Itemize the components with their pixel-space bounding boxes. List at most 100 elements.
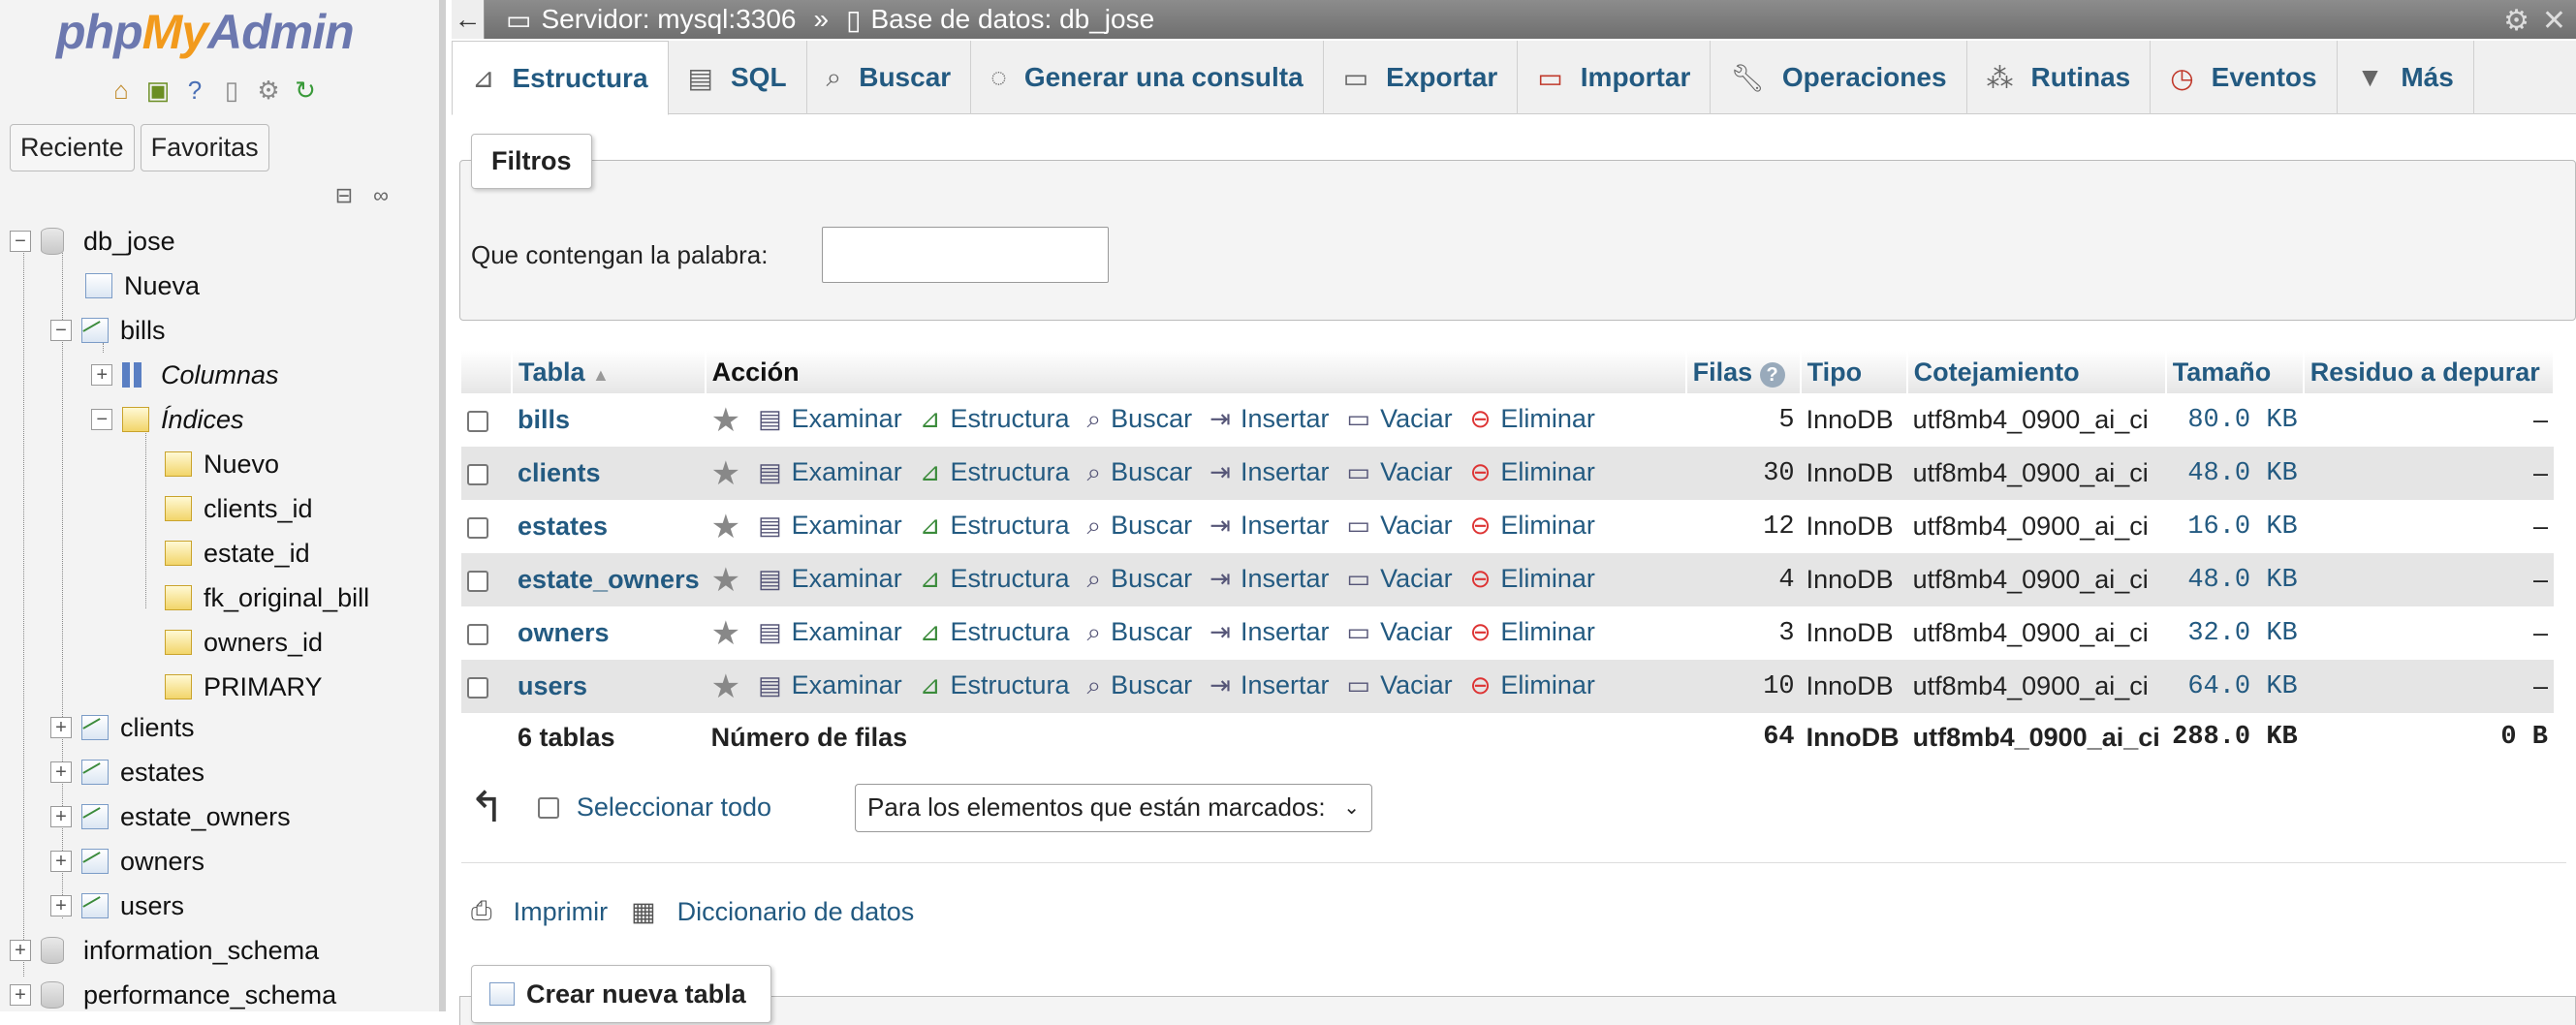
tree-label[interactable]: Índices (161, 405, 244, 435)
home-icon[interactable]: ⌂ (107, 76, 136, 105)
tab-sql[interactable]: ▤ SQL (669, 41, 807, 114)
expand-icon[interactable]: + (10, 940, 31, 961)
tree-label[interactable]: estate_id (204, 539, 310, 569)
tree-table-estates[interactable]: + estates (50, 752, 204, 792)
tree-db-db_jose[interactable]: − db_jose (10, 221, 175, 262)
action-label[interactable]: Vaciar (1380, 457, 1453, 487)
action-label[interactable]: Examinar (792, 564, 902, 594)
tree-columns[interactable]: + Columnas (91, 355, 279, 395)
tree-indexes[interactable]: − Índices (91, 399, 244, 440)
breadcrumb-database[interactable]: ▯ Base de datos: db_jose (846, 4, 1154, 36)
tab-label[interactable]: Importar (1581, 62, 1691, 93)
action-label[interactable]: Insertar (1241, 511, 1330, 541)
action-insert[interactable]: ⇥ Insertar (1209, 511, 1329, 541)
tab-label[interactable]: Generar una consulta (1024, 62, 1304, 93)
row-checkbox[interactable] (467, 516, 488, 539)
action-browse[interactable]: ▤ Examinar (758, 457, 902, 487)
tree-label[interactable]: fk_original_bill (204, 583, 369, 613)
link-icon[interactable]: ∞ (366, 182, 395, 209)
expand-icon[interactable]: + (50, 806, 72, 827)
action-search[interactable]: ⌕ Buscar (1087, 564, 1193, 595)
action-label[interactable]: Vaciar (1380, 511, 1453, 541)
action-browse[interactable]: ▤ Examinar (758, 670, 902, 700)
tree-label[interactable]: PRIMARY (204, 672, 323, 702)
tab-rutinas[interactable]: ⁂ Rutinas (1967, 41, 2152, 114)
action-insert[interactable]: ⇥ Insertar (1209, 457, 1329, 487)
action-structure[interactable]: ⊿ Estructura (920, 511, 1070, 541)
table-name-link[interactable]: clients (518, 458, 601, 487)
action-insert[interactable]: ⇥ Insertar (1209, 617, 1329, 647)
action-drop[interactable]: ⊖ Eliminar (1470, 564, 1595, 594)
tab-mas[interactable]: ▼ Más (2338, 41, 2474, 114)
action-drop[interactable]: ⊖ Eliminar (1470, 457, 1595, 487)
action-empty[interactable]: ▭ Vaciar (1347, 564, 1453, 594)
row-checkbox[interactable] (467, 410, 488, 432)
action-label[interactable]: Vaciar (1380, 670, 1453, 700)
action-empty[interactable]: ▭ Vaciar (1347, 457, 1453, 487)
action-label[interactable]: Examinar (792, 511, 902, 541)
tree-label[interactable]: estate_owners (120, 802, 291, 832)
tree-label[interactable]: Columnas (161, 360, 279, 390)
row-size[interactable]: 16.0 KB (2165, 500, 2304, 553)
row-checkbox[interactable] (467, 623, 488, 645)
action-label[interactable]: Examinar (792, 404, 902, 434)
action-structure[interactable]: ⊿ Estructura (920, 404, 1070, 434)
table-name-link[interactable]: estate_owners (518, 565, 700, 594)
action-label[interactable]: Buscar (1111, 617, 1192, 647)
select-all-checkbox[interactable] (537, 796, 559, 819)
data-dictionary-link[interactable]: Diccionario de datos (677, 897, 915, 927)
tree-db-performance_schema[interactable]: + performance_schema (10, 975, 336, 1015)
action-label[interactable]: Eliminar (1500, 457, 1595, 487)
action-label[interactable]: Buscar (1111, 511, 1192, 541)
favorite-star-icon[interactable]: ★ (711, 455, 740, 492)
close-icon[interactable]: ✕ (2542, 4, 2566, 38)
row-size[interactable]: 48.0 KB (2165, 447, 2304, 500)
tab-label[interactable]: Operaciones (1782, 62, 1947, 93)
recent-button[interactable]: Reciente (10, 124, 135, 171)
row-size[interactable]: 80.0 KB (2165, 393, 2304, 447)
expand-icon[interactable]: + (10, 984, 31, 1006)
action-label[interactable]: Examinar (792, 617, 902, 647)
action-browse[interactable]: ▤ Examinar (758, 564, 902, 594)
tree-index[interactable]: owners_id (165, 622, 323, 663)
action-label[interactable]: Insertar (1241, 564, 1330, 594)
action-label[interactable]: Examinar (792, 457, 902, 487)
expand-icon[interactable]: + (50, 895, 72, 916)
help-icon[interactable]: ? (1759, 361, 1785, 388)
header-tamano[interactable]: Tamaño (2165, 351, 2305, 393)
tab-generar-consulta[interactable]: ◌ Generar una consulta (971, 41, 1324, 114)
tree-label[interactable]: db_jose (83, 227, 175, 257)
tab-label[interactable]: Eventos (2212, 62, 2317, 93)
tree-new-index[interactable]: Nuevo (165, 444, 279, 484)
action-label[interactable]: Buscar (1111, 404, 1192, 434)
action-search[interactable]: ⌕ Buscar (1087, 457, 1193, 488)
tab-label[interactable]: Rutinas (2031, 62, 2131, 93)
reload-icon[interactable]: ↻ (291, 76, 320, 105)
header-tipo[interactable]: Tipo (1800, 351, 1908, 393)
action-label[interactable]: Insertar (1241, 404, 1330, 434)
action-insert[interactable]: ⇥ Insertar (1209, 564, 1329, 594)
row-size[interactable]: 48.0 KB (2165, 553, 2304, 606)
favorite-star-icon[interactable]: ★ (711, 668, 740, 705)
docs-icon[interactable]: ▯ (217, 76, 246, 105)
action-label[interactable]: Examinar (792, 670, 902, 700)
action-drop[interactable]: ⊖ Eliminar (1470, 617, 1595, 647)
tree-index[interactable]: clients_id (165, 488, 313, 529)
tab-label[interactable]: Más (2401, 62, 2453, 93)
expand-icon[interactable]: + (91, 364, 112, 386)
action-label[interactable]: Insertar (1241, 617, 1330, 647)
action-empty[interactable]: ▭ Vaciar (1347, 404, 1453, 434)
tree-label[interactable]: bills (120, 316, 166, 346)
action-structure[interactable]: ⊿ Estructura (920, 564, 1070, 594)
action-structure[interactable]: ⊿ Estructura (920, 457, 1070, 487)
action-label[interactable]: Estructura (951, 617, 1070, 647)
tree-index[interactable]: PRIMARY (165, 667, 323, 707)
tree-label[interactable]: clients_id (204, 494, 313, 524)
action-search[interactable]: ⌕ Buscar (1087, 617, 1193, 648)
filter-input[interactable] (822, 227, 1109, 283)
row-checkbox[interactable] (467, 676, 488, 699)
action-label[interactable]: Estructura (951, 670, 1070, 700)
tab-label[interactable]: Estructura (512, 63, 647, 94)
exit-icon[interactable]: ▣ (143, 76, 173, 105)
tree-table-owners[interactable]: + owners (50, 841, 204, 882)
